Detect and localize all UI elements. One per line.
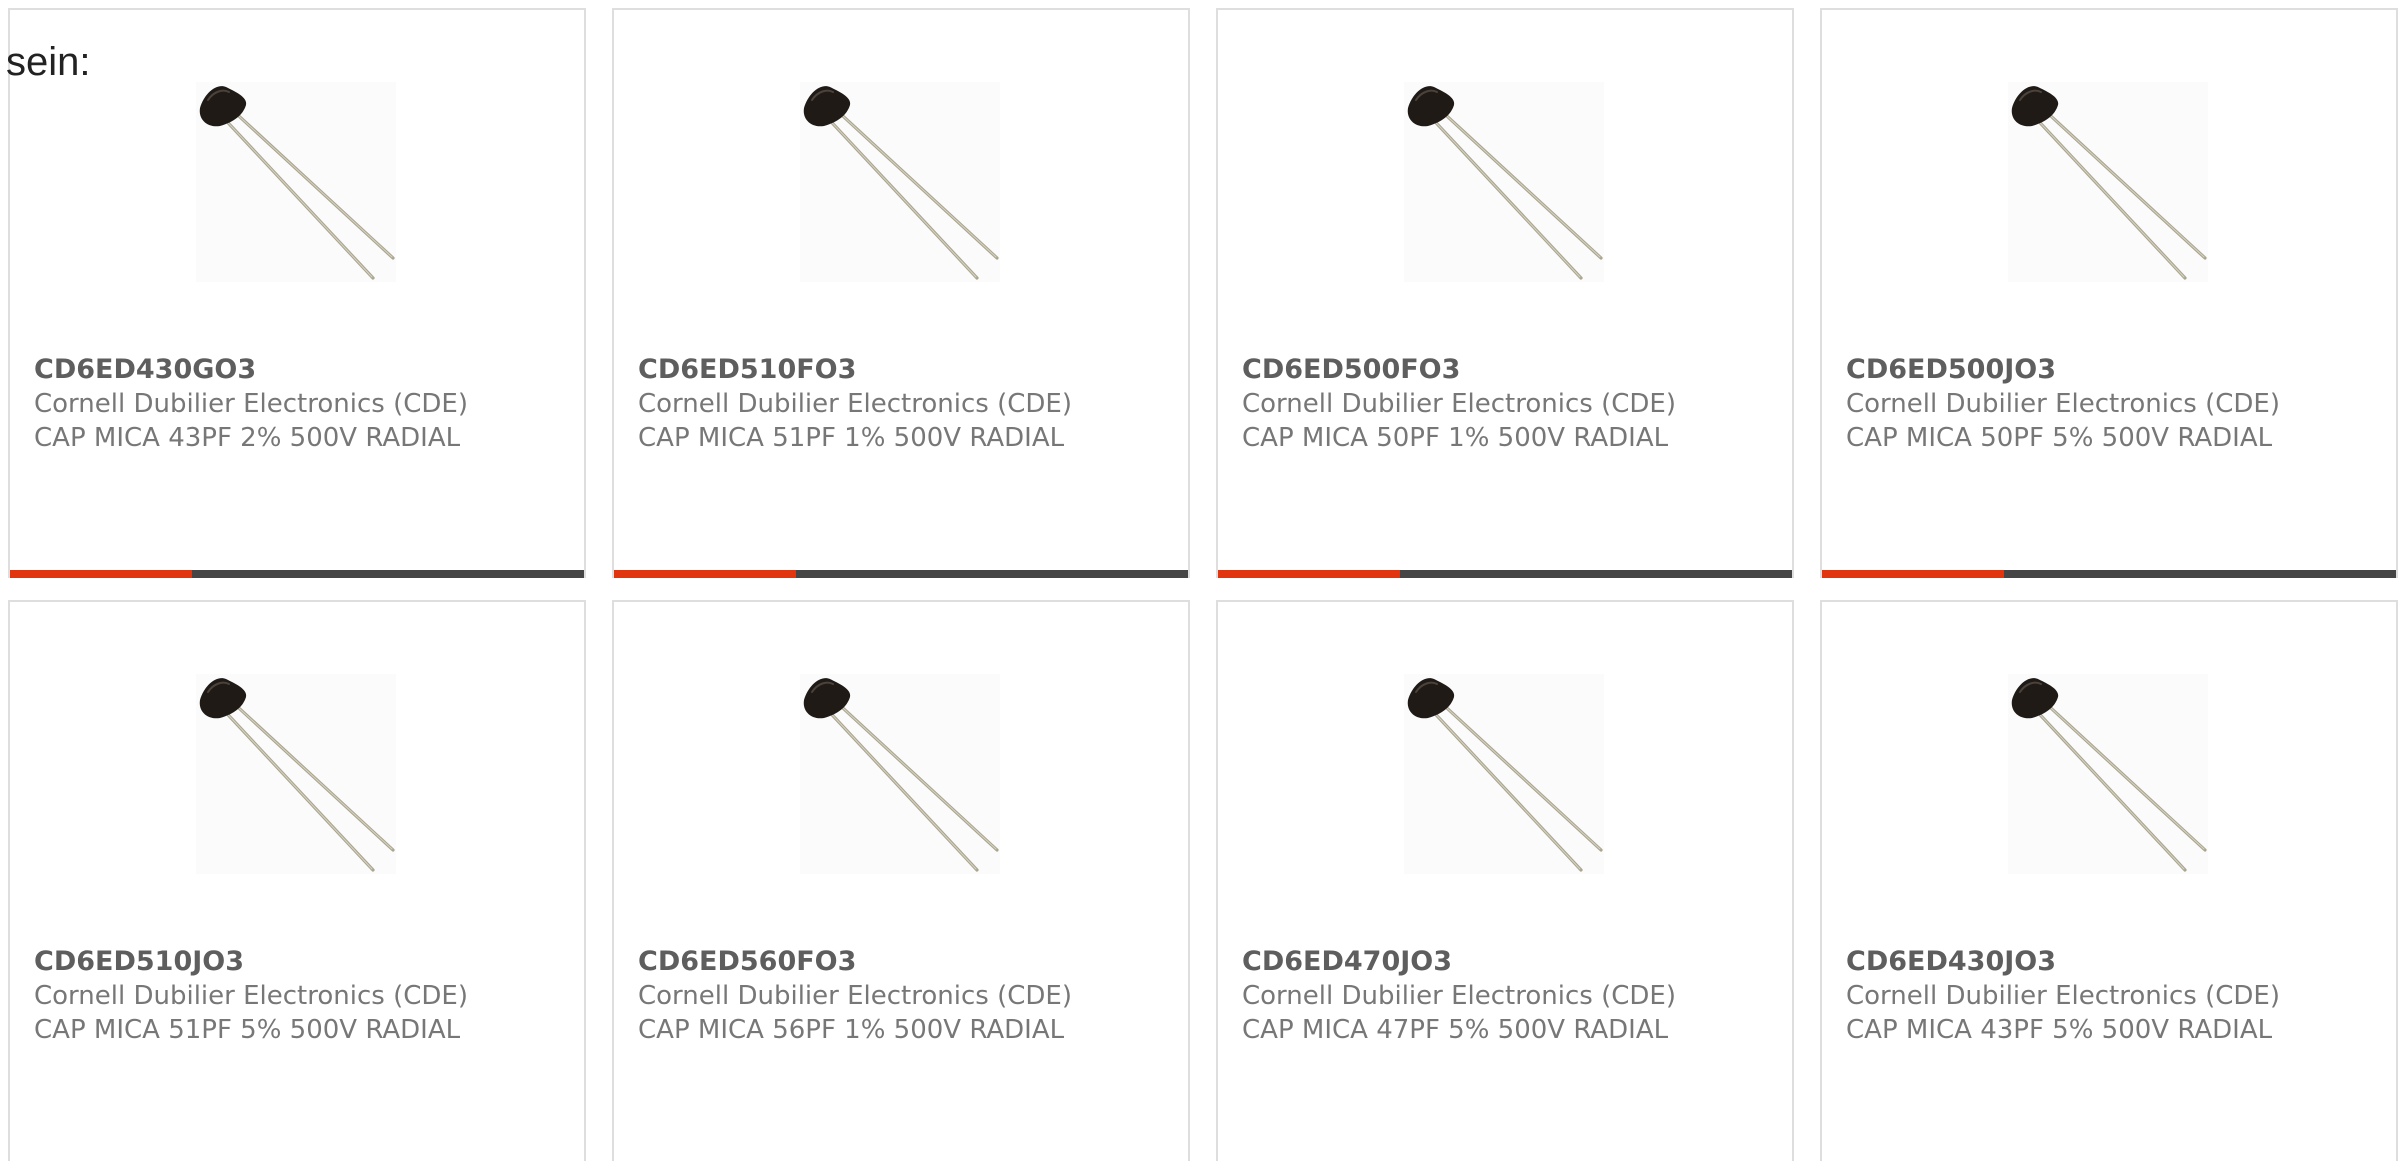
product-info: CD6ED500JO3 Cornell Dubilier Electronics… [1846, 352, 2366, 455]
part-number[interactable]: CD6ED500JO3 [1846, 352, 2366, 387]
card-accent-bar [614, 570, 1188, 578]
manufacturer: Cornell Dubilier Electronics (CDE) [638, 981, 1072, 1011]
manufacturer: Cornell Dubilier Electronics (CDE) [34, 981, 468, 1011]
part-number[interactable]: CD6ED510JO3 [34, 944, 554, 979]
product-card[interactable]: CD6ED510JO3 Cornell Dubilier Electronics… [8, 600, 586, 1161]
card-accent-fill [1822, 570, 2004, 578]
product-info: CD6ED430GO3 Cornell Dubilier Electronics… [34, 352, 554, 455]
card-accent-bar [10, 570, 584, 578]
description: CAP MICA 56PF 1% 500V RADIAL [638, 1015, 1065, 1045]
capacitor-image[interactable] [196, 674, 396, 874]
part-number[interactable]: CD6ED560FO3 [638, 944, 1158, 979]
description: CAP MICA 51PF 1% 500V RADIAL [638, 423, 1065, 453]
description: CAP MICA 50PF 5% 500V RADIAL [1846, 423, 2273, 453]
product-info: CD6ED510FO3 Cornell Dubilier Electronics… [638, 352, 1158, 455]
manufacturer: Cornell Dubilier Electronics (CDE) [1242, 981, 1676, 1011]
card-accent-fill [614, 570, 796, 578]
capacitor-image[interactable] [1404, 674, 1604, 874]
product-info: CD6ED510JO3 Cornell Dubilier Electronics… [34, 944, 554, 1047]
capacitor-image[interactable] [2008, 82, 2208, 282]
product-card[interactable]: CD6ED430JO3 Cornell Dubilier Electronics… [1820, 600, 2398, 1161]
capacitor-image[interactable] [1404, 82, 1604, 282]
product-card[interactable]: CD6ED500JO3 Cornell Dubilier Electronics… [1820, 8, 2398, 578]
manufacturer: Cornell Dubilier Electronics (CDE) [1846, 981, 2280, 1011]
part-number[interactable]: CD6ED510FO3 [638, 352, 1158, 387]
card-accent-fill [1218, 570, 1400, 578]
manufacturer: Cornell Dubilier Electronics (CDE) [34, 389, 468, 419]
product-card[interactable]: CD6ED500FO3 Cornell Dubilier Electronics… [1216, 8, 1794, 578]
intro-text: sein: [6, 40, 91, 84]
description: CAP MICA 43PF 5% 500V RADIAL [1846, 1015, 2273, 1045]
manufacturer: Cornell Dubilier Electronics (CDE) [1846, 389, 2280, 419]
product-card[interactable]: CD6ED560FO3 Cornell Dubilier Electronics… [612, 600, 1190, 1161]
card-accent-bar [1822, 570, 2396, 578]
card-accent-fill [10, 570, 192, 578]
part-number[interactable]: CD6ED500FO3 [1242, 352, 1762, 387]
capacitor-image[interactable] [800, 82, 1000, 282]
product-card[interactable]: CD6ED470JO3 Cornell Dubilier Electronics… [1216, 600, 1794, 1161]
product-card[interactable]: CD6ED510FO3 Cornell Dubilier Electronics… [612, 8, 1190, 578]
product-info: CD6ED470JO3 Cornell Dubilier Electronics… [1242, 944, 1762, 1047]
product-info: CD6ED500FO3 Cornell Dubilier Electronics… [1242, 352, 1762, 455]
manufacturer: Cornell Dubilier Electronics (CDE) [638, 389, 1072, 419]
description: CAP MICA 43PF 2% 500V RADIAL [34, 423, 461, 453]
product-grid: CD6ED430GO3 Cornell Dubilier Electronics… [8, 8, 2400, 1161]
description: CAP MICA 51PF 5% 500V RADIAL [34, 1015, 461, 1045]
capacitor-image[interactable] [196, 82, 396, 282]
description: CAP MICA 47PF 5% 500V RADIAL [1242, 1015, 1669, 1045]
description: CAP MICA 50PF 1% 500V RADIAL [1242, 423, 1669, 453]
product-info: CD6ED430JO3 Cornell Dubilier Electronics… [1846, 944, 2366, 1047]
product-card[interactable]: CD6ED430GO3 Cornell Dubilier Electronics… [8, 8, 586, 578]
card-accent-bar [1218, 570, 1792, 578]
product-info: CD6ED560FO3 Cornell Dubilier Electronics… [638, 944, 1158, 1047]
capacitor-image[interactable] [2008, 674, 2208, 874]
part-number[interactable]: CD6ED430GO3 [34, 352, 554, 387]
capacitor-image[interactable] [800, 674, 1000, 874]
part-number[interactable]: CD6ED470JO3 [1242, 944, 1762, 979]
part-number[interactable]: CD6ED430JO3 [1846, 944, 2366, 979]
manufacturer: Cornell Dubilier Electronics (CDE) [1242, 389, 1676, 419]
